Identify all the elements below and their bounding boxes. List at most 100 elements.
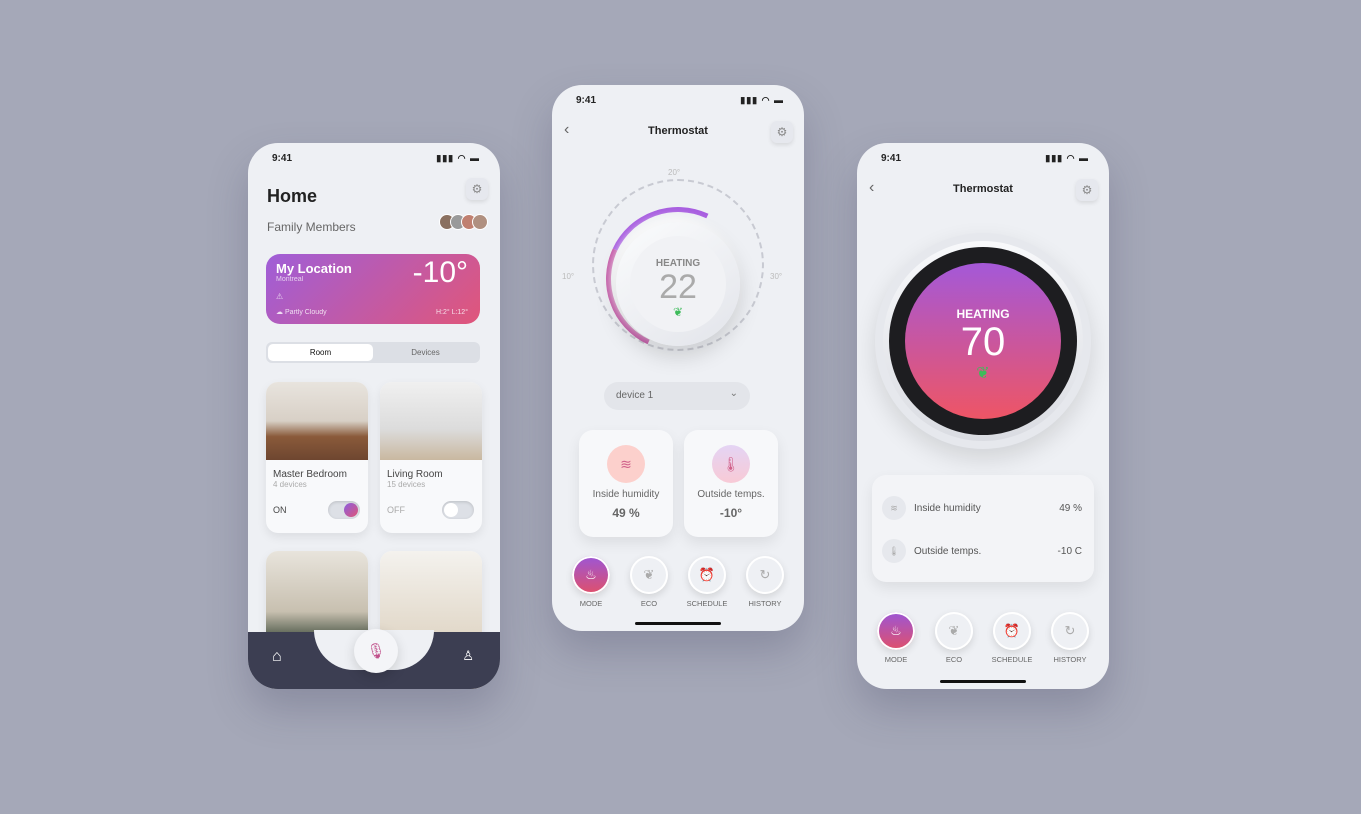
clock-icon: ⏰ xyxy=(688,556,726,594)
location-weather-card[interactable]: My Location Montreal ⚠ -10° ☁ Partly Clo… xyxy=(266,254,480,324)
card-value: -10° xyxy=(719,506,743,520)
schedule-button[interactable]: ⏰ SCHEDULE xyxy=(987,612,1037,664)
tick-label: 20° xyxy=(668,168,681,177)
heat-icon: ♨ xyxy=(877,612,915,650)
gear-icon[interactable]: ⚙ xyxy=(1076,179,1098,201)
home-screen: 9:41 ▮▮▮ ◠ ▬ Home ⚙ Family Members My Loc… xyxy=(248,143,500,689)
card-value: 49 % xyxy=(612,506,640,520)
room-name: Living Room xyxy=(387,469,443,480)
status-time: 9:41 xyxy=(272,153,293,164)
leaf-icon: ❦ xyxy=(935,612,973,650)
status-bar: 9:41 ▮▮▮ ◠ ▬ xyxy=(272,153,480,164)
room-image xyxy=(380,382,482,460)
gear-icon[interactable]: ⚙ xyxy=(771,121,793,143)
device-select[interactable]: device 1 ⌄ xyxy=(604,382,750,410)
condition-text: Partly Cloudy xyxy=(284,309,327,316)
weather-condition: ☁ Partly Cloudy xyxy=(276,308,327,316)
home-indicator xyxy=(940,680,1026,683)
schedule-button[interactable]: ⏰ SCHEDULE xyxy=(682,556,732,608)
device-select-value: device 1 xyxy=(616,390,654,401)
home-indicator xyxy=(635,622,721,625)
outside-temp-card: 🌡 Outside temps. -10° xyxy=(684,430,778,537)
leaf-icon: ❦ xyxy=(630,556,668,594)
history-icon: ↻ xyxy=(746,556,784,594)
history-label: HISTORY xyxy=(748,599,782,608)
room-devices: 4 devices xyxy=(273,480,307,489)
mode-bar: ♨ MODE ❦ ECO ⏰ SCHEDULE ↻ HISTORY xyxy=(871,612,1095,664)
family-avatars[interactable] xyxy=(439,214,488,230)
gear-icon[interactable]: ⚙ xyxy=(466,178,488,200)
humidity-icon: ≋ xyxy=(882,496,906,520)
status-bar: 9:41 ▮▮▮ ◠ ▬ xyxy=(881,153,1089,164)
signal-wifi-battery-icon: ▮▮▮ ◠ ▬ xyxy=(1045,153,1089,163)
page-title: Thermostat xyxy=(953,183,1013,195)
room-image xyxy=(266,382,368,460)
microphone-icon[interactable]: 🎙 xyxy=(354,629,398,673)
temperature-value: 22 xyxy=(659,268,697,306)
leaf-icon: ❦ xyxy=(672,305,684,319)
avatar[interactable] xyxy=(472,214,488,230)
page-title: Home xyxy=(267,186,318,206)
thermometer-icon: 🌡 xyxy=(712,445,750,483)
thermometer-icon: 🌡 xyxy=(882,539,906,563)
mode-button[interactable]: ♨ MODE xyxy=(566,556,616,608)
thermostat-knob[interactable]: HEATING 22 ❦ xyxy=(616,222,740,346)
history-icon: ↻ xyxy=(1051,612,1089,650)
cloud-sun-icon: ☁ xyxy=(276,309,285,316)
eco-button[interactable]: ❦ ECO xyxy=(624,556,674,608)
tab-devices[interactable]: Devices xyxy=(373,344,478,361)
thermostat-dial-screen: 9:41 ▮▮▮ ◠ ▬ ‹ Thermostat ⚙ 20° 10° 30° H… xyxy=(552,85,804,631)
room-card-master-bedroom[interactable]: Master Bedroom 4 devices ON xyxy=(266,382,368,533)
thermostat-nest-screen: 9:41 ▮▮▮ ◠ ▬ ‹ Thermostat ⚙ HEATING 70 ❦ … xyxy=(857,143,1109,689)
warning-icon: ⚠ xyxy=(276,292,284,301)
mode-label: MODE xyxy=(579,599,603,608)
row-value: -10 C xyxy=(1057,545,1082,557)
home-icon[interactable]: ⌂ xyxy=(272,648,282,666)
thermostat-dial[interactable]: HEATING 70 ❦ xyxy=(875,233,1091,449)
room-card-living-room[interactable]: Living Room 15 devices OFF xyxy=(380,382,482,533)
status-time: 9:41 xyxy=(881,153,902,164)
humidity-row: ≋ Inside humidity 49 % xyxy=(882,495,1082,521)
room-power-toggle[interactable] xyxy=(328,501,360,519)
row-value: 49 % xyxy=(1059,502,1082,514)
mode-button[interactable]: ♨ MODE xyxy=(871,612,921,664)
tick-label: 10° xyxy=(562,272,575,281)
leaf-icon: ❦ xyxy=(976,365,990,382)
schedule-label: SCHEDULE xyxy=(686,599,728,608)
room-power-toggle[interactable] xyxy=(442,501,474,519)
clock-icon: ⏰ xyxy=(993,612,1031,650)
room-state: ON xyxy=(273,505,287,515)
room-name: Master Bedroom xyxy=(273,469,347,480)
temperature-value: 70 xyxy=(960,320,1006,364)
history-button[interactable]: ↻ HISTORY xyxy=(740,556,790,608)
signal-wifi-battery-icon: ▮▮▮ ◠ ▬ xyxy=(436,153,480,163)
family-members-label: Family Members xyxy=(267,220,356,234)
tab-room[interactable]: Room xyxy=(268,344,373,361)
outside-temp-row: 🌡 Outside temps. -10 C xyxy=(882,538,1082,564)
card-label: Inside humidity xyxy=(592,489,660,500)
location-temp: -10° xyxy=(412,256,468,289)
row-label: Outside temps. xyxy=(914,545,982,557)
chevron-down-icon: ⌄ xyxy=(729,388,738,399)
readings-panel: ≋ Inside humidity 49 % 🌡 Outside temps. -10 … xyxy=(872,475,1094,582)
eco-button[interactable]: ❦ ECO xyxy=(929,612,979,664)
humidity-icon: ≋ xyxy=(607,445,645,483)
user-icon[interactable]: ♙ xyxy=(462,648,474,664)
room-devices: 15 devices xyxy=(387,480,426,489)
mode-bar: ♨ MODE ❦ ECO ⏰ SCHEDULE ↻ HISTORY xyxy=(566,556,790,608)
history-label: HISTORY xyxy=(1053,655,1087,664)
inside-humidity-card: ≋ Inside humidity 49 % xyxy=(579,430,673,537)
history-button[interactable]: ↻ HISTORY xyxy=(1045,612,1095,664)
eco-label: ECO xyxy=(640,599,658,608)
page-title: Thermostat xyxy=(648,125,708,137)
room-devices-toggle: Room Devices xyxy=(266,342,480,363)
card-label: Outside temps. xyxy=(697,489,765,500)
signal-wifi-battery-icon: ▮▮▮ ◠ ▬ xyxy=(740,95,784,105)
status-bar: 9:41 ▮▮▮ ◠ ▬ xyxy=(576,95,784,106)
mode-label: HEATING xyxy=(956,307,1010,321)
hi-lo: H:2° L:12° xyxy=(435,309,468,316)
eco-label: ECO xyxy=(945,655,963,664)
row-label: Inside humidity xyxy=(914,502,981,514)
tick-label: 30° xyxy=(770,272,783,281)
room-state: OFF xyxy=(387,505,405,515)
